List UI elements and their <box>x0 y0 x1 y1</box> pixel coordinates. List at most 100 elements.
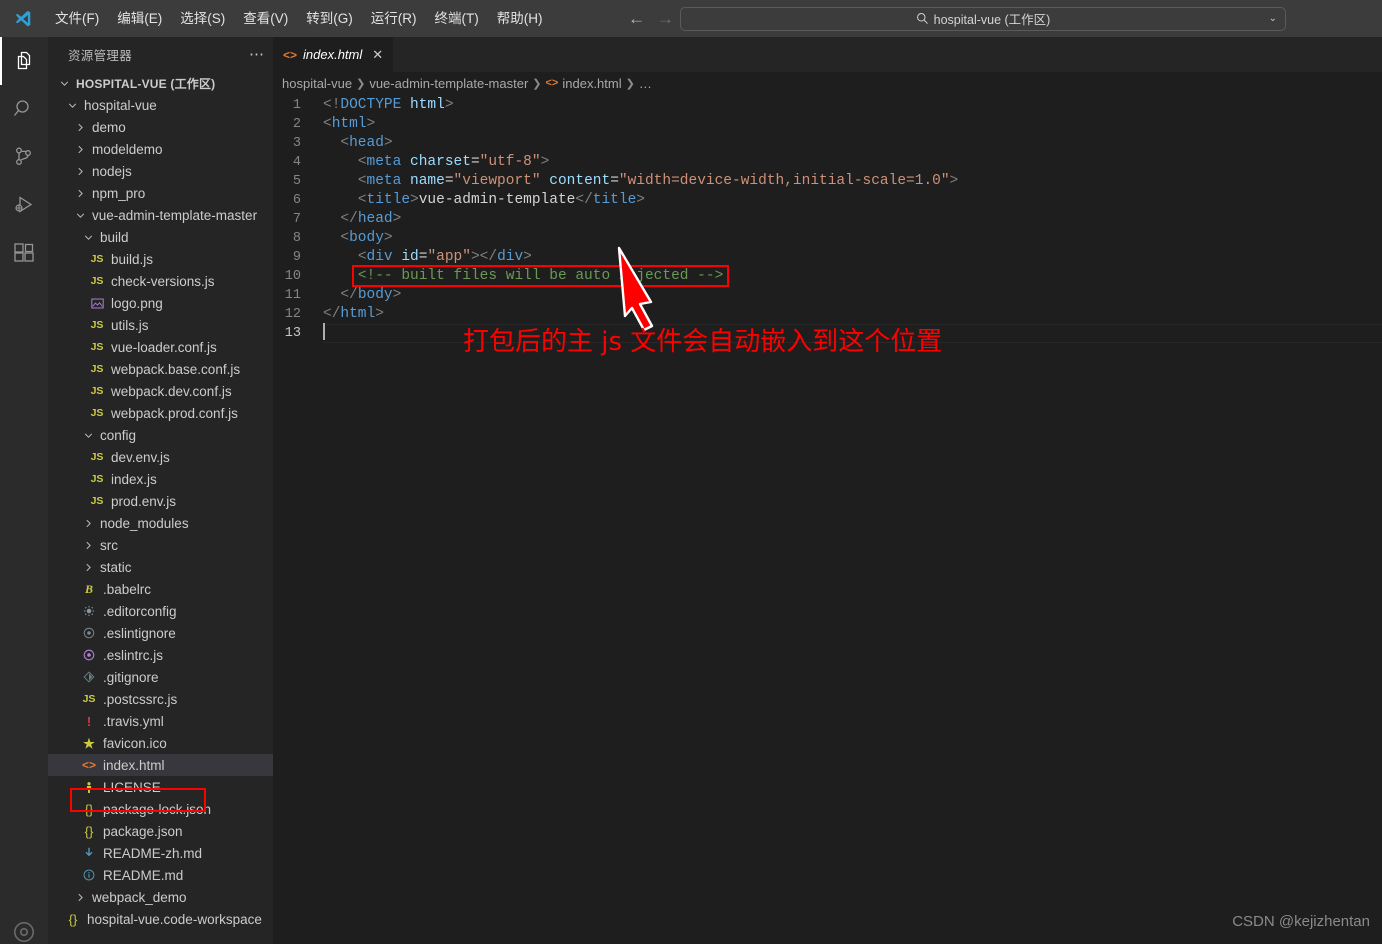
breadcrumb-item-3[interactable]: … <box>639 76 652 91</box>
menu-selection[interactable]: 选择(S) <box>171 6 234 32</box>
chevron-right-icon[interactable] <box>72 188 88 199</box>
code-token: body <box>357 287 393 303</box>
code-line-3: 3 <head> <box>273 134 1382 153</box>
breadcrumb-item-2[interactable]: index.html <box>562 76 621 91</box>
tree-item-gitignore[interactable]: .gitignore <box>48 666 273 688</box>
tree-item-label: webpack.base.conf.js <box>111 361 241 377</box>
tree-item-dev-env-js[interactable]: JS dev.env.js <box>48 446 273 468</box>
code-line-text: </body> <box>323 286 401 305</box>
breadcrumb-separator: ❯ <box>356 77 366 90</box>
activity-explorer[interactable] <box>0 37 48 85</box>
chevron-down-icon[interactable] <box>56 78 72 89</box>
tree-item-vue-admin-template-master[interactable]: vue-admin-template-master <box>48 204 273 226</box>
breadcrumb-separator: ❯ <box>625 77 635 90</box>
tree-item-babelrc[interactable]: B .babelrc <box>48 578 273 600</box>
code-line-5: 5 <meta name="viewport" content="width=d… <box>273 172 1382 191</box>
tree-item-config[interactable]: config <box>48 424 273 446</box>
chevron-down-icon[interactable] <box>80 232 96 243</box>
tree-item-index-html[interactable]: <> index.html <box>48 754 273 776</box>
ellipsis-icon[interactable]: ⋯ <box>249 47 265 62</box>
tree-item-readme-zh-md[interactable]: README-zh.md <box>48 842 273 864</box>
chevron-right-icon[interactable] <box>72 144 88 155</box>
tree-item-build-js[interactable]: JS build.js <box>48 248 273 270</box>
chevron-right-icon[interactable] <box>72 892 88 903</box>
command-search-box[interactable]: hospital-vue (工作区) ⌄ <box>680 6 1286 31</box>
menu-help[interactable]: 帮助(H) <box>488 6 552 32</box>
tree-item-eslintrc-js[interactable]: .eslintrc.js <box>48 644 273 666</box>
tree-item-eslintignore[interactable]: .eslintignore <box>48 622 273 644</box>
chevron-right-icon[interactable] <box>72 166 88 177</box>
tree-item-travis-yml[interactable]: ! .travis.yml <box>48 710 273 732</box>
code-token: > <box>444 97 454 113</box>
chevron-right-icon[interactable] <box>80 540 96 551</box>
tree-item-nodejs[interactable]: nodejs <box>48 160 273 182</box>
chevron-down-icon[interactable]: ⌄ <box>1269 13 1277 24</box>
tree-item-demo[interactable]: demo <box>48 116 273 138</box>
tree-item-static[interactable]: static <box>48 556 273 578</box>
tree-item-hospital-vue[interactable]: HOSPITAL-VUE (工作区) <box>48 72 273 94</box>
tree-item-label: .postcssrc.js <box>103 691 178 707</box>
tree-item-logo-png[interactable]: logo.png <box>48 292 273 314</box>
chevron-right-icon[interactable] <box>72 122 88 133</box>
tree-item-modeldemo[interactable]: modeldemo <box>48 138 273 160</box>
chevron-down-icon[interactable] <box>72 210 88 221</box>
activity-search[interactable] <box>0 85 48 133</box>
chevron-down-icon[interactable] <box>64 100 80 111</box>
code-line-text: <!-- built files will be auto injected -… <box>323 267 723 286</box>
tree-item-package-lock-json[interactable]: {} package-lock.json <box>48 798 273 820</box>
breadcrumb-item-1[interactable]: vue-admin-template-master <box>369 76 528 91</box>
js-file-icon: JS <box>82 692 96 705</box>
tree-item-label: nodejs <box>92 163 132 179</box>
chevron-right-icon[interactable] <box>80 518 96 529</box>
tree-item-build[interactable]: build <box>48 226 273 248</box>
line-number: 7 <box>292 212 301 227</box>
code-editor[interactable]: 1 <!DOCTYPE html> 2 <html> 3 <head> 4 <meta c… <box>273 94 1382 944</box>
tree-item-src[interactable]: src <box>48 534 273 556</box>
html-file-icon: <> <box>81 758 96 772</box>
chevron-right-icon[interactable] <box>80 562 96 573</box>
activity-extensions[interactable] <box>0 229 48 277</box>
menu-edit[interactable]: 编辑(E) <box>108 6 171 32</box>
tree-item-package-json[interactable]: {} package.json <box>48 820 273 842</box>
tree-item-webpack-demo[interactable]: webpack_demo <box>48 886 273 908</box>
close-icon[interactable]: ✕ <box>372 47 383 63</box>
chevron-down-icon[interactable] <box>80 430 96 441</box>
code-token: > <box>636 192 645 208</box>
tree-item-postcssrc-js[interactable]: JS .postcssrc.js <box>48 688 273 710</box>
tab-index-html[interactable]: <> index.html ✕ <box>273 37 395 72</box>
menu-file[interactable]: 文件(F) <box>46 6 108 32</box>
tree-item-utils-js[interactable]: JS utils.js <box>48 314 273 336</box>
tree-item-check-versions-js[interactable]: JS check-versions.js <box>48 270 273 292</box>
json-file-icon: {} <box>84 823 94 839</box>
menu-terminal[interactable]: 终端(T) <box>426 6 488 32</box>
tree-item-readme-md[interactable]: README.md <box>48 864 273 886</box>
tree-item-vue-loader-conf-js[interactable]: JS vue-loader.conf.js <box>48 336 273 358</box>
tree-item-webpack-prod-conf-js[interactable]: JS webpack.prod.conf.js <box>48 402 273 424</box>
tree-item-prod-env-js[interactable]: JS prod.env.js <box>48 490 273 512</box>
tree-item-label: check-versions.js <box>111 273 215 289</box>
back-arrow-icon[interactable]: ← <box>628 10 645 27</box>
activity-run-debug[interactable] <box>0 181 48 229</box>
activity-source-control[interactable] <box>0 133 48 181</box>
activity-manage[interactable] <box>0 908 48 944</box>
js-file-icon: JS <box>90 318 104 331</box>
tree-item-favicon-ico[interactable]: ★ favicon.ico <box>48 732 273 754</box>
tree-item-editorconfig[interactable]: .editorconfig <box>48 600 273 622</box>
tree-item-hospital-vue-code-workspace[interactable]: {} hospital-vue.code-workspace <box>48 908 273 930</box>
tree-item-node-modules[interactable]: node_modules <box>48 512 273 534</box>
tree-item-webpack-dev-conf-js[interactable]: JS webpack.dev.conf.js <box>48 380 273 402</box>
tree-item-npm-pro[interactable]: npm_pro <box>48 182 273 204</box>
tree-item-hospital-vue[interactable]: hospital-vue <box>48 94 273 116</box>
breadcrumb-item-0[interactable]: hospital-vue <box>282 76 352 91</box>
code-token: < <box>340 230 350 246</box>
menu-run[interactable]: 运行(R) <box>362 6 426 32</box>
tree-item-index-js[interactable]: JS index.js <box>48 468 273 490</box>
code-line-8: 8 <body> <box>273 229 1382 248</box>
menu-view[interactable]: 查看(V) <box>234 6 297 32</box>
code-token: DOCTYPE <box>340 97 402 113</box>
menu-go[interactable]: 转到(G) <box>297 6 362 32</box>
forward-arrow-icon[interactable]: → <box>657 10 674 27</box>
line-number: 8 <box>292 231 301 246</box>
tree-item-webpack-base-conf-js[interactable]: JS webpack.base.conf.js <box>48 358 273 380</box>
tree-item-license[interactable]: LICENSE <box>48 776 273 798</box>
